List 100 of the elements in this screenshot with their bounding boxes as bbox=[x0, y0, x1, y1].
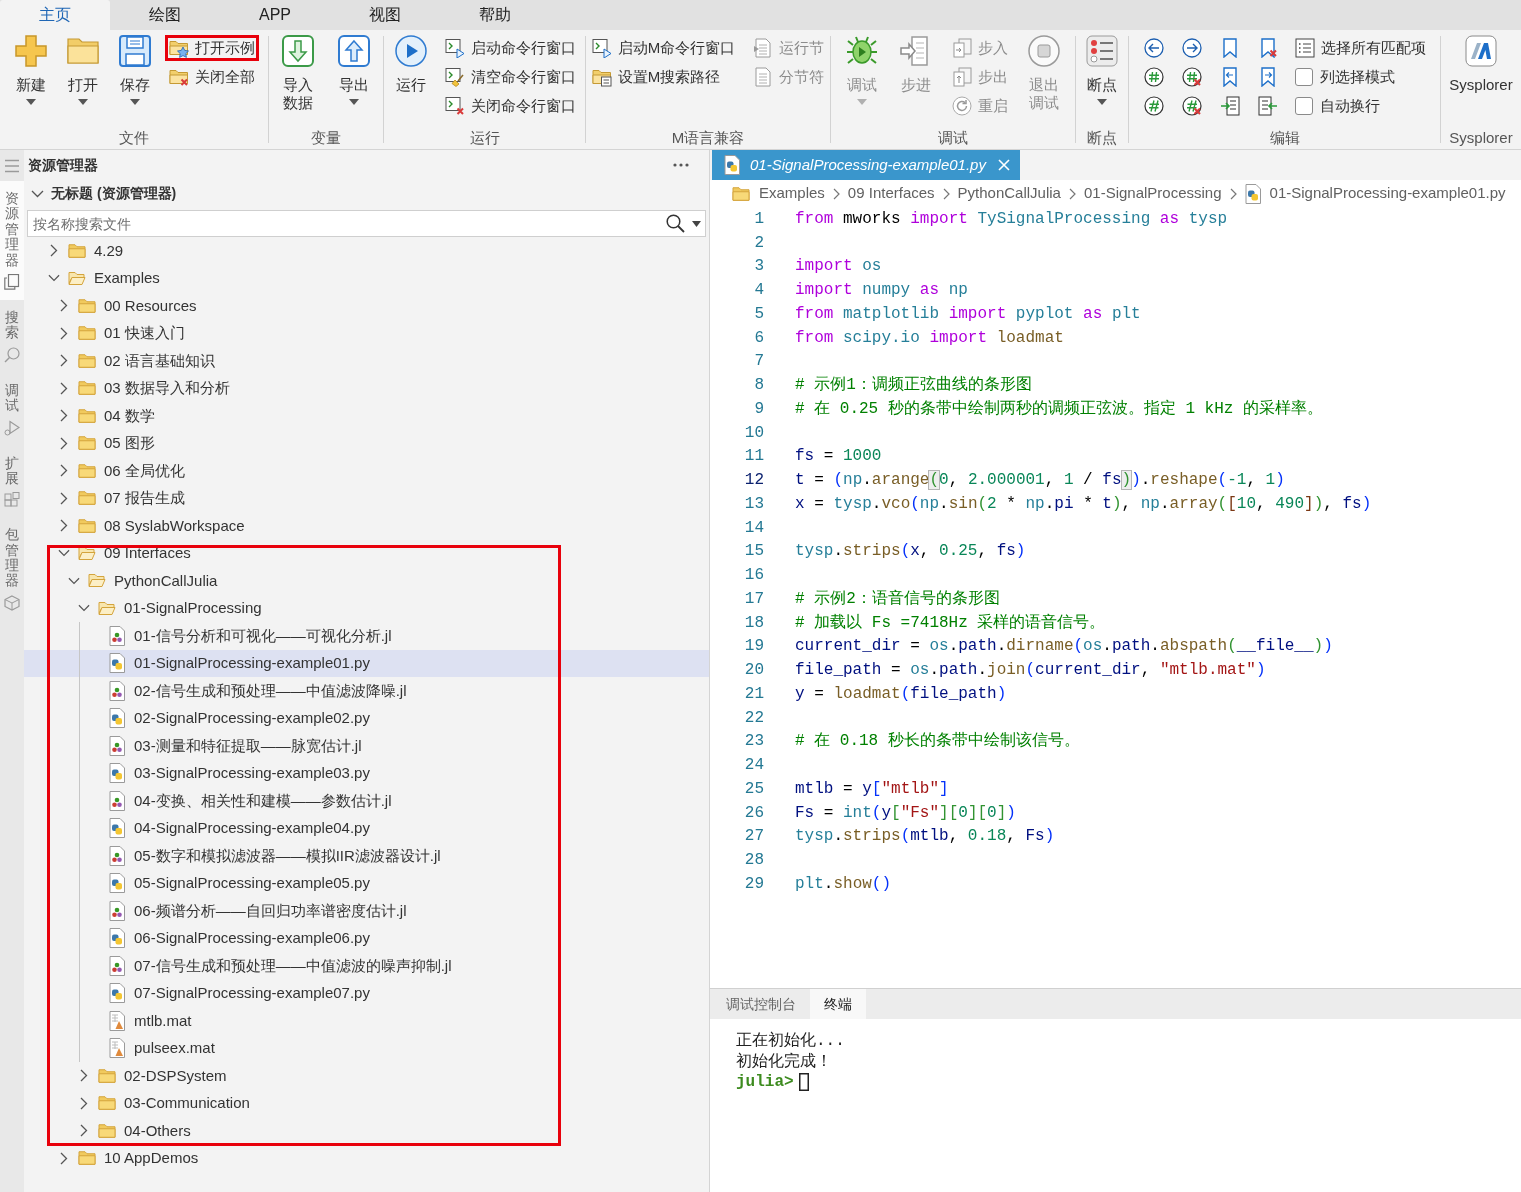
side-tab[interactable]: 包管理器 bbox=[0, 517, 24, 621]
ribbon-tab[interactable]: 绘图 bbox=[110, 0, 220, 30]
breadcrumb-item[interactable]: PythonCallJulia bbox=[957, 182, 1061, 205]
tree-item[interactable]: 07-信号生成和预处理——中值滤波的噪声抑制.jl bbox=[24, 952, 709, 980]
ribbon-tab[interactable]: 主页 bbox=[0, 0, 110, 30]
tree-item[interactable]: 03-SignalProcessing-example03.py bbox=[24, 759, 709, 787]
ribbon-button[interactable]: Sysplorer bbox=[1448, 35, 1514, 94]
code-line: from mworks import TySignalProcessing as tysp bbox=[795, 208, 1228, 230]
tree-item[interactable]: 05-数字和模拟滤波器——模拟IIR滤波器设计.jl bbox=[24, 842, 709, 870]
tree-item[interactable]: 07-SignalProcessing-example07.py bbox=[24, 979, 709, 1007]
breadcrumb-item[interactable]: 01-SignalProcessing-example01.py bbox=[1244, 182, 1506, 205]
breadcrumb-item[interactable]: 01-SignalProcessing bbox=[1083, 182, 1222, 205]
ribbon-button[interactable]: 新建 bbox=[9, 35, 53, 105]
tree-item[interactable]: 04-SignalProcessing-example04.py bbox=[24, 814, 709, 842]
julia-file-icon bbox=[109, 790, 125, 811]
code-line: mtlb = y["mtlb"] bbox=[795, 778, 949, 800]
tree-item[interactable]: 03 数据导入和分析 bbox=[24, 374, 709, 402]
search-field[interactable]: 按名称搜索文件 bbox=[27, 210, 706, 237]
code-line: current_dir = os.path.dirname(os.path.abspath(__file__)) bbox=[795, 636, 1333, 658]
tree-item[interactable]: 07 报告生成 bbox=[24, 484, 709, 512]
ribbon-button[interactable]: 设置M搜索路径 bbox=[587, 64, 740, 90]
tree-item[interactable]: 06-SignalProcessing-example06.py bbox=[24, 924, 709, 952]
breadcrumb-item[interactable]: 09 Interfaces bbox=[847, 182, 935, 205]
tree-item[interactable]: 01-SignalProcessing-example01.py bbox=[24, 649, 709, 677]
line-number: 7 bbox=[753, 351, 764, 373]
ribbon-button[interactable]: 关闭命令行窗口 bbox=[441, 93, 580, 119]
tree-item[interactable]: Examples bbox=[24, 264, 709, 292]
tree-item[interactable]: PythonCallJulia bbox=[24, 567, 709, 595]
tree-item[interactable]: 06-频谱分析——自回归功率谱密度估计.jl bbox=[24, 897, 709, 925]
checkbox-option[interactable]: 自动换行 bbox=[1291, 93, 1430, 119]
folder-icon bbox=[78, 436, 96, 451]
breadcrumb-item[interactable]: Examples bbox=[732, 182, 825, 205]
tree-item[interactable]: mtlb.mat bbox=[24, 1007, 709, 1035]
python-file-icon bbox=[109, 873, 125, 894]
close-icon[interactable] bbox=[997, 159, 1010, 171]
blocks-icon bbox=[4, 492, 20, 508]
ribbon-button[interactable]: 断点 bbox=[1080, 35, 1124, 105]
caret-icon[interactable] bbox=[692, 221, 701, 227]
cube-icon bbox=[4, 594, 20, 611]
checkbox[interactable] bbox=[1295, 97, 1313, 115]
tree-item[interactable]: 05-SignalProcessing-example05.py bbox=[24, 869, 709, 897]
tree-item[interactable]: 09 Interfaces bbox=[24, 539, 709, 567]
folder-icon bbox=[67, 38, 99, 64]
tree-item[interactable]: 04 数学 bbox=[24, 402, 709, 430]
more-icon[interactable] bbox=[673, 163, 689, 167]
search-icon[interactable] bbox=[666, 214, 685, 233]
folder-icon bbox=[78, 298, 96, 313]
panel-tab[interactable]: 调试控制台 bbox=[712, 989, 810, 1019]
tree-item[interactable]: 02 语言基础知识 bbox=[24, 347, 709, 375]
tree-item[interactable]: 03-测量和特征提取——脉宽估计.jl bbox=[24, 732, 709, 760]
tree-item[interactable]: 08 SyslabWorkspace bbox=[24, 512, 709, 540]
ribbon-button[interactable]: 启动命令行窗口 bbox=[441, 35, 580, 61]
tree-item[interactable]: 02-SignalProcessing-example02.py bbox=[24, 704, 709, 732]
side-tab[interactable]: 搜索 bbox=[0, 299, 24, 373]
chevron-right-icon bbox=[1229, 187, 1237, 200]
ribbon-button[interactable]: 关闭全部 bbox=[165, 64, 259, 90]
ribbon-tab[interactable]: 帮助 bbox=[440, 0, 550, 30]
tree-item[interactable]: 00 Resources bbox=[24, 292, 709, 320]
checkbox-option[interactable]: 列选择模式 bbox=[1291, 64, 1430, 90]
ribbon-button[interactable]: 导出 bbox=[332, 35, 376, 105]
ribbon-tab[interactable]: 视图 bbox=[330, 0, 440, 30]
tree-item[interactable]: 04-变换、相关性和建模——参数估计.jl bbox=[24, 787, 709, 815]
tree-item[interactable]: 05 图形 bbox=[24, 429, 709, 457]
ribbon-button[interactable]: 启动M命令行窗口 bbox=[587, 35, 740, 61]
page-lines-icon bbox=[753, 67, 774, 87]
side-tab[interactable]: 资源管理器 bbox=[0, 181, 24, 300]
tree-item[interactable]: 06 全局优化 bbox=[24, 457, 709, 485]
tree-item[interactable]: 04-Others bbox=[24, 1117, 709, 1145]
code-line: # 在 0.18 秒长的条带中绘制该信号。 bbox=[795, 730, 1080, 753]
ribbon-button[interactable]: 选择所有匹配项 bbox=[1291, 35, 1430, 61]
tree-item[interactable]: 4.29 bbox=[24, 237, 709, 265]
ribbon-button[interactable]: 保存 bbox=[113, 35, 157, 105]
tree-item[interactable]: 02-信号生成和预处理——中值滤波降噪.jl bbox=[24, 677, 709, 705]
terminal-arrow-icon bbox=[445, 38, 465, 58]
ribbon-tab[interactable]: APP bbox=[220, 0, 330, 30]
line-number: 6 bbox=[753, 327, 764, 349]
ribbon-button[interactable]: 打开示例 bbox=[165, 35, 259, 61]
checkbox[interactable] bbox=[1295, 68, 1313, 86]
line-number: 27 bbox=[743, 826, 764, 848]
side-tab[interactable]: 调试 bbox=[0, 372, 24, 446]
ribbon-button[interactable]: 清空命令行窗口 bbox=[441, 64, 580, 90]
ribbon-button[interactable]: 导入数据 bbox=[276, 35, 320, 112]
folder-icon bbox=[78, 326, 96, 341]
line-number: 16 bbox=[743, 565, 764, 587]
tree-item[interactable]: 02-DSPSystem bbox=[24, 1062, 709, 1090]
line-number: 4 bbox=[753, 280, 764, 302]
python-file-icon bbox=[109, 763, 125, 784]
tree-item[interactable]: 01-SignalProcessing bbox=[24, 594, 709, 622]
ribbon-button[interactable]: 运行 bbox=[389, 35, 433, 94]
tree-item[interactable]: 01-信号分析和可视化——可视化分析.jl bbox=[24, 622, 709, 650]
line-number: 21 bbox=[743, 683, 764, 705]
section-header[interactable]: 无标题 (资源管理器) bbox=[24, 180, 709, 207]
tree-item[interactable]: 01 快速入门 bbox=[24, 319, 709, 347]
tree-item[interactable]: 10 AppDemos bbox=[24, 1144, 709, 1172]
panel-tab[interactable]: 终端 bbox=[810, 989, 866, 1019]
tree-item[interactable]: 03-Communication bbox=[24, 1089, 709, 1117]
tree-item[interactable]: pulseex.mat bbox=[24, 1034, 709, 1062]
ribbon-button[interactable]: 打开 bbox=[61, 35, 105, 105]
side-tab[interactable]: 扩展 bbox=[0, 445, 24, 518]
code-line: from matplotlib import pyplot as plt bbox=[795, 303, 1141, 325]
